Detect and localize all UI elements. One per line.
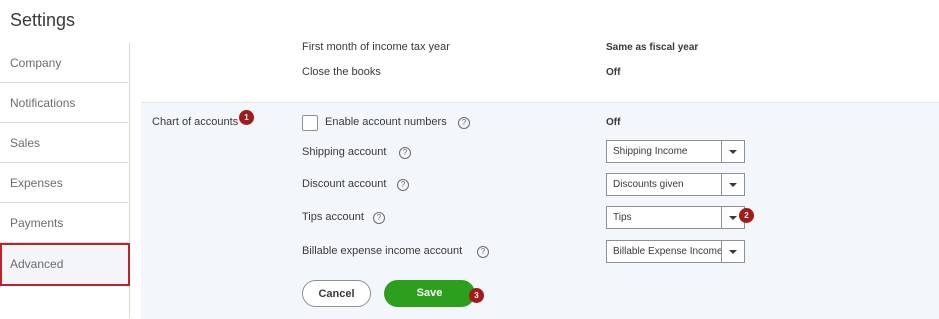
- discount-account-label: Discount account: [302, 178, 387, 190]
- help-icon[interactable]: ?: [397, 179, 409, 191]
- annotation-badge-3: 3: [469, 288, 484, 303]
- chevron-down-icon: [729, 150, 737, 154]
- cancel-button[interactable]: Cancel: [302, 280, 371, 307]
- sidebar-item-company[interactable]: Company: [0, 43, 128, 83]
- help-icon[interactable]: ?: [399, 147, 411, 159]
- tips-account-value: Tips: [613, 212, 632, 223]
- chevron-down-icon: [729, 216, 737, 220]
- first-month-label: First month of income tax year: [302, 41, 450, 53]
- help-icon[interactable]: ?: [373, 212, 385, 224]
- sidebar-item-expenses[interactable]: Expenses: [0, 163, 128, 203]
- shipping-account-select[interactable]: Shipping Income: [606, 140, 745, 163]
- settings-sidebar: Company Notifications Sales Expenses Pay…: [0, 43, 130, 318]
- save-button[interactable]: Save: [384, 280, 475, 307]
- close-books-label: Close the books: [302, 66, 381, 78]
- select-divider: [721, 241, 722, 262]
- shipping-account-value: Shipping Income: [613, 146, 688, 157]
- help-icon[interactable]: ?: [458, 117, 470, 129]
- discount-account-select[interactable]: Discounts given: [606, 173, 745, 196]
- enable-account-numbers-checkbox[interactable]: [302, 115, 318, 131]
- sidebar-item-sales[interactable]: Sales: [0, 123, 128, 163]
- tips-account-select[interactable]: Tips: [606, 206, 745, 229]
- chevron-down-icon: [729, 183, 737, 187]
- discount-account-value: Discounts given: [613, 179, 684, 190]
- chart-of-accounts-label: Chart of accounts: [152, 116, 239, 128]
- billable-expense-income-account-select[interactable]: Billable Expense Income: [606, 240, 745, 263]
- tips-account-label: Tips account: [302, 211, 364, 223]
- sidebar-item-payments[interactable]: Payments: [0, 203, 128, 243]
- annotation-badge-2: 2: [739, 208, 754, 223]
- sidebar-item-notifications[interactable]: Notifications: [0, 83, 128, 123]
- select-divider: [721, 207, 722, 228]
- annotation-badge-1: 1: [239, 110, 254, 125]
- chevron-down-icon: [729, 250, 737, 254]
- chart-of-accounts-section[interactable]: [141, 102, 939, 319]
- select-divider: [721, 174, 722, 195]
- first-month-value: Same as fiscal year: [606, 42, 699, 53]
- enable-account-numbers-label: Enable account numbers: [325, 116, 447, 128]
- shipping-account-label: Shipping account: [302, 146, 387, 158]
- billable-expense-income-account-value: Billable Expense Income: [613, 246, 721, 257]
- enable-account-numbers-value: Off: [606, 117, 621, 128]
- help-icon[interactable]: ?: [477, 246, 489, 258]
- page-title: Settings: [10, 10, 76, 30]
- accounting-section: [141, 36, 939, 101]
- billable-expense-income-account-label: Billable expense income account: [302, 245, 463, 257]
- close-books-value: Off: [606, 67, 621, 78]
- sidebar-item-advanced[interactable]: Advanced: [0, 243, 130, 286]
- select-divider: [721, 141, 722, 162]
